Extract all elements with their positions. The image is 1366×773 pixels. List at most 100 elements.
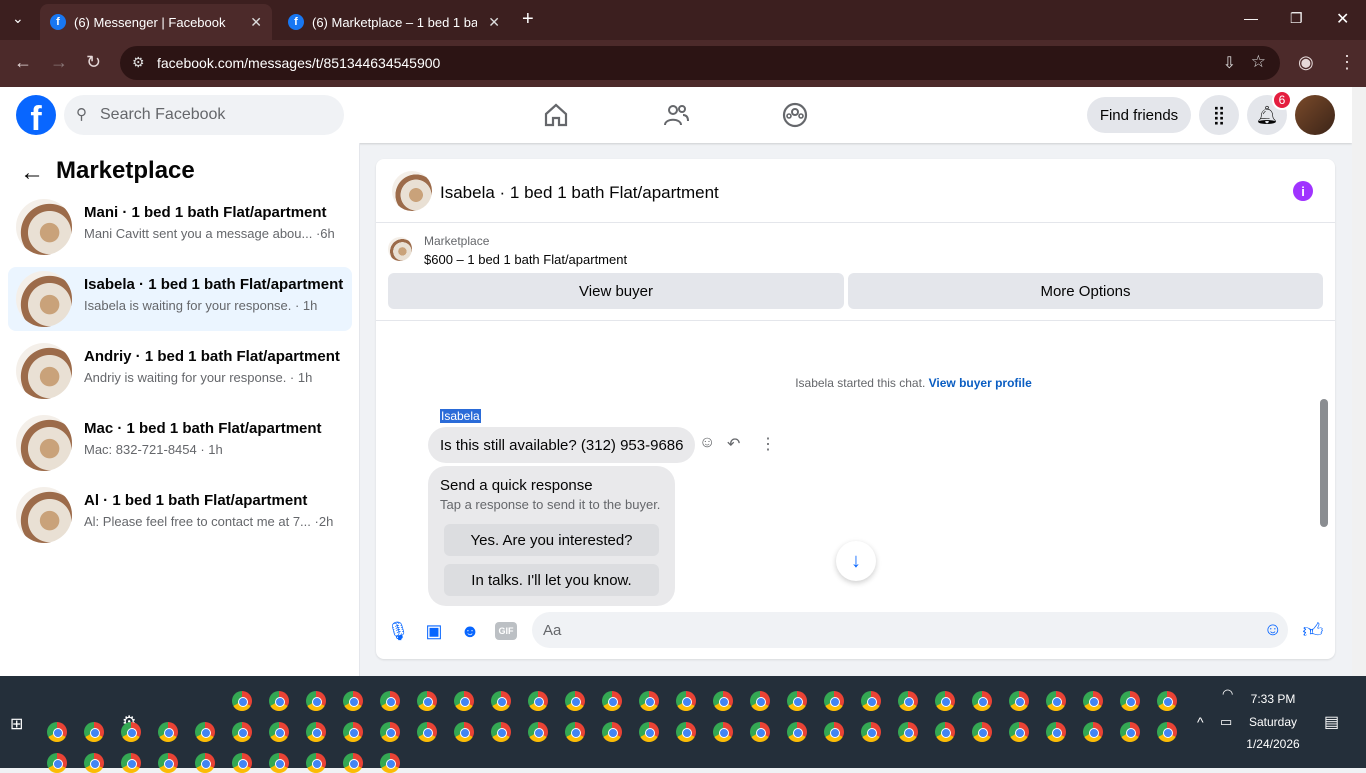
chrome-taskbar-icon[interactable] <box>84 722 104 742</box>
reply-icon[interactable]: ↶ <box>727 434 740 454</box>
clock-day[interactable]: Saturday <box>1238 715 1308 729</box>
chrome-taskbar-icon[interactable] <box>787 722 807 742</box>
chrome-taskbar-icon[interactable] <box>306 691 326 711</box>
chrome-taskbar-icon[interactable] <box>269 753 289 773</box>
chrome-taskbar-icon[interactable] <box>158 753 178 773</box>
quick-reply-button[interactable]: In talks. I'll let you know. <box>444 564 659 596</box>
chrome-taskbar-icon[interactable] <box>343 691 363 711</box>
chrome-taskbar-icon[interactable] <box>417 722 437 742</box>
chrome-taskbar-icon[interactable] <box>232 722 252 742</box>
chat-title[interactable]: Isabela · 1 bed 1 bath Flat/apartment <box>440 183 719 203</box>
clock-time[interactable]: 7:33 PM <box>1238 692 1308 706</box>
chrome-taskbar-icon[interactable] <box>935 722 955 742</box>
forward-icon[interactable]: → <box>50 52 68 73</box>
chrome-taskbar-icon[interactable] <box>787 691 807 711</box>
more-options-button[interactable]: More Options <box>848 273 1323 309</box>
chrome-taskbar-icon[interactable] <box>676 722 696 742</box>
chrome-taskbar-icon[interactable] <box>306 753 326 773</box>
chrome-taskbar-icon[interactable] <box>1046 722 1066 742</box>
chrome-taskbar-icon[interactable] <box>232 753 252 773</box>
message-list[interactable]: Isabela started this chat. View buyer pr… <box>376 321 1335 606</box>
find-friends-button[interactable]: Find friends <box>1087 97 1191 133</box>
chrome-taskbar-icon[interactable] <box>1120 691 1140 711</box>
chrome-taskbar-icon[interactable] <box>750 691 770 711</box>
profile-icon[interactable]: ◉ <box>1298 52 1314 73</box>
clock-date[interactable]: 1/24/2026 <box>1238 737 1308 751</box>
view-buyer-profile-link[interactable]: View buyer profile <box>929 376 1032 390</box>
chrome-taskbar-icon[interactable] <box>491 722 511 742</box>
conversation-item[interactable]: Isabela · 1 bed 1 bath Flat/apartment Is… <box>8 267 352 331</box>
home-icon[interactable] <box>542 101 570 129</box>
tab-messenger[interactable]: f (6) Messenger | Facebook ✕ <box>40 4 272 40</box>
search-input[interactable]: ⚲ Search Facebook <box>64 95 344 135</box>
site-settings-icon[interactable]: ⚙ <box>132 54 145 71</box>
chrome-taskbar-icon[interactable] <box>454 691 474 711</box>
chrome-taskbar-icon[interactable] <box>602 722 622 742</box>
chrome-taskbar-icon[interactable] <box>47 722 67 742</box>
message-bubble[interactable]: Is this still available? (312) 953-9686 <box>428 427 696 463</box>
chrome-taskbar-icon[interactable] <box>861 691 881 711</box>
chrome-taskbar-icon[interactable] <box>1009 722 1029 742</box>
chrome-taskbar-icon[interactable] <box>602 691 622 711</box>
page-scrollbar[interactable] <box>1352 87 1366 676</box>
chrome-taskbar-icon[interactable] <box>935 691 955 711</box>
listing-price[interactable]: $600 – 1 bed 1 bath Flat/apartment <box>424 252 627 267</box>
chrome-taskbar-icon[interactable] <box>343 722 363 742</box>
windows-start-icon[interactable]: ⊞ <box>10 714 23 734</box>
chrome-taskbar-icon[interactable] <box>380 691 400 711</box>
sticker-icon[interactable]: ☻ <box>459 620 481 642</box>
chrome-taskbar-icon[interactable] <box>269 691 289 711</box>
restore-icon[interactable]: ❐ <box>1290 10 1303 27</box>
chrome-taskbar-icon[interactable] <box>454 722 474 742</box>
listing-thumbnail[interactable] <box>392 171 432 211</box>
back-icon[interactable]: ← <box>14 52 32 73</box>
chrome-taskbar-icon[interactable] <box>713 691 733 711</box>
react-icon[interactable]: ☺ <box>699 434 715 452</box>
show-hidden-icons[interactable]: ^ <box>1197 714 1204 730</box>
tab-marketplace[interactable]: f (6) Marketplace – 1 bed 1 bath ✕ <box>278 4 510 40</box>
chrome-taskbar-icon[interactable] <box>861 722 881 742</box>
chrome-taskbar-icon[interactable] <box>1083 722 1103 742</box>
like-thumb-icon[interactable]: 👍︎ <box>1302 620 1324 642</box>
chrome-taskbar-icon[interactable] <box>1157 691 1177 711</box>
chrome-taskbar-icon[interactable] <box>565 691 585 711</box>
chrome-taskbar-icon[interactable] <box>676 691 696 711</box>
chrome-taskbar-icon[interactable] <box>343 753 363 773</box>
chrome-taskbar-icon[interactable] <box>47 753 67 773</box>
profile-avatar[interactable] <box>1295 95 1335 135</box>
close-tab-icon[interactable]: ✕ <box>488 14 500 31</box>
chrome-taskbar-icon[interactable] <box>972 722 992 742</box>
chrome-taskbar-icon[interactable] <box>121 753 141 773</box>
chrome-taskbar-icon[interactable] <box>195 722 215 742</box>
back-arrow-icon[interactable]: ← <box>20 159 44 187</box>
groups-icon[interactable] <box>781 101 809 129</box>
chrome-taskbar-icon[interactable] <box>195 753 215 773</box>
chrome-taskbar-icon[interactable] <box>639 722 659 742</box>
facebook-logo-icon[interactable]: f <box>16 95 56 135</box>
tab-search-icon[interactable]: ⌄ <box>12 10 24 27</box>
reload-icon[interactable]: ↻ <box>86 52 101 73</box>
friends-icon[interactable] <box>662 101 690 129</box>
conversation-item[interactable]: Mac · 1 bed 1 bath Flat/apartment Mac: 8… <box>8 411 352 475</box>
view-buyer-button[interactable]: View buyer <box>388 273 844 309</box>
chrome-taskbar-icon[interactable] <box>1083 691 1103 711</box>
quick-reply-button[interactable]: Yes. Are you interested? <box>444 524 659 556</box>
photo-icon[interactable]: ▣ <box>423 620 445 642</box>
chrome-taskbar-icon[interactable] <box>380 722 400 742</box>
chrome-taskbar-icon[interactable] <box>1157 722 1177 742</box>
scrollbar[interactable] <box>1320 399 1328 527</box>
chrome-taskbar-icon[interactable] <box>417 691 437 711</box>
chrome-taskbar-icon[interactable] <box>824 722 844 742</box>
chrome-taskbar-icon[interactable] <box>121 722 141 742</box>
chrome-taskbar-icon[interactable] <box>750 722 770 742</box>
gif-icon[interactable]: GIF <box>495 622 517 640</box>
info-icon[interactable]: i <box>1293 181 1313 201</box>
message-input[interactable]: Aa ☺ <box>532 612 1288 648</box>
chrome-taskbar-icon[interactable] <box>380 753 400 773</box>
minimize-icon[interactable]: — <box>1244 10 1258 26</box>
install-icon[interactable]: ⇩ <box>1223 53 1236 73</box>
chrome-taskbar-icon[interactable] <box>824 691 844 711</box>
scroll-down-button[interactable]: ↓ <box>836 541 876 581</box>
chrome-taskbar-icon[interactable] <box>528 691 548 711</box>
conversation-item[interactable]: Al · 1 bed 1 bath Flat/apartment Al: Ple… <box>8 483 352 547</box>
